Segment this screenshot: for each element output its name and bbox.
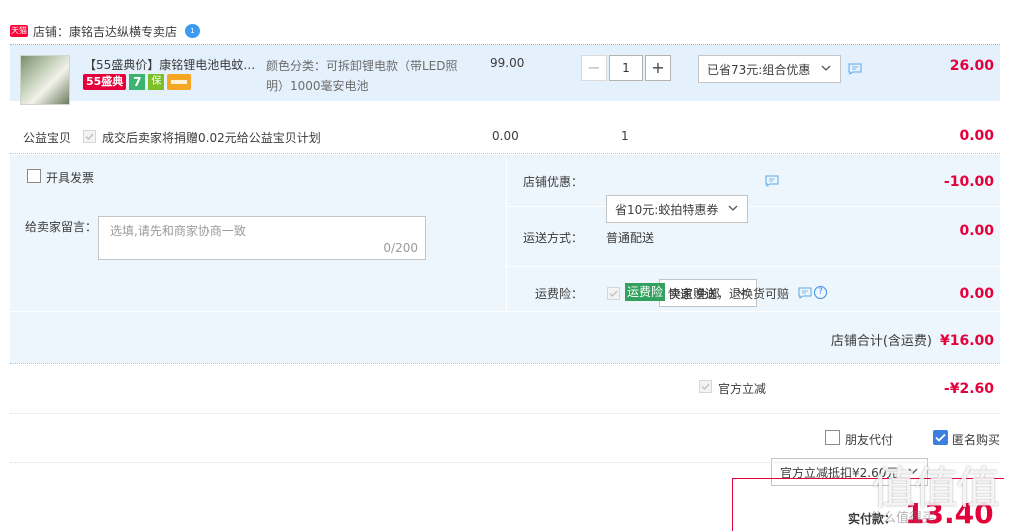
shipping-amount: 0.00 bbox=[959, 223, 994, 239]
product-title-link[interactable]: 【55盛典价】康铭锂电池电蚊拍可充电式家用超强力灭蚊拍 bbox=[84, 56, 260, 73]
shop-discount-select[interactable]: 省10元:蛟拍特惠券 bbox=[606, 195, 748, 223]
memo-placeholder: 选填,请先和商家协商一致 bbox=[110, 224, 246, 238]
chat-icon[interactable]: 1 bbox=[185, 24, 201, 38]
shop-total-label: 店铺合计(含运费) bbox=[830, 334, 932, 349]
official-discount-label: 官方立减 bbox=[718, 382, 767, 396]
message-icon[interactable] bbox=[798, 287, 812, 299]
shop-total-value: ¥16.00 bbox=[939, 333, 994, 349]
divider bbox=[10, 153, 1000, 154]
shield-icon: 保 bbox=[148, 74, 165, 90]
friend-pay-checkbox[interactable] bbox=[825, 430, 840, 445]
shop-discount-value: 省10元:蛟拍特惠券 bbox=[615, 202, 719, 217]
item-amount: 26.00 bbox=[949, 58, 994, 74]
divider bbox=[10, 413, 1000, 414]
check-icon bbox=[701, 383, 710, 391]
anonymous-checkbox[interactable] bbox=[933, 430, 948, 445]
insurance-checkbox bbox=[607, 287, 620, 300]
unit-price: 99.00 bbox=[490, 56, 525, 70]
decrease-quantity-button[interactable]: − bbox=[581, 55, 607, 81]
seven-day-return-icon: 7 bbox=[129, 74, 146, 90]
tmall-logo: 天猫 bbox=[10, 25, 28, 37]
invoice-checkbox[interactable] bbox=[27, 169, 41, 183]
charity-text: 成交后卖家将捐赠0.02元给公益宝贝计划 bbox=[102, 131, 321, 145]
product-attributes: 颜色分类：可拆卸锂电款（带LED照明）1000毫安电池 bbox=[266, 59, 458, 93]
chevron-down-icon bbox=[821, 65, 831, 71]
charity-price: 0.00 bbox=[492, 129, 519, 143]
credit-card-icon bbox=[167, 74, 192, 90]
shop-discount-label: 店铺优惠： bbox=[522, 175, 583, 189]
quantity-stepper: − 1 + bbox=[581, 55, 671, 81]
charity-checkbox bbox=[83, 130, 96, 143]
memo-char-count: 0/200 bbox=[383, 241, 418, 255]
divider bbox=[507, 206, 1000, 207]
charity-quantity: 1 bbox=[621, 129, 629, 143]
sale-badge: 55盛典 bbox=[83, 74, 127, 90]
insurance-text: 卖家赠送，退换货可赔 bbox=[669, 287, 790, 301]
product-badges: 55盛典 7 保 bbox=[83, 74, 192, 90]
product-thumbnail[interactable] bbox=[20, 55, 70, 105]
check-icon bbox=[609, 290, 618, 298]
shop-header: 天猫 店铺：康铭吉达纵横专卖店 1 bbox=[10, 20, 201, 42]
divider bbox=[10, 363, 1000, 364]
divider bbox=[10, 311, 1000, 312]
official-discount-checkbox bbox=[699, 380, 712, 393]
shipping-method: 普通配送 bbox=[606, 231, 655, 245]
check-icon bbox=[935, 433, 946, 442]
shipping-label: 运送方式： bbox=[522, 231, 583, 245]
memo-label: 给卖家留言： bbox=[25, 220, 98, 234]
chevron-down-icon bbox=[728, 205, 738, 211]
invoice-label[interactable]: 开具发票 bbox=[46, 169, 94, 186]
quantity-input[interactable]: 1 bbox=[609, 55, 643, 81]
combo-discount-select[interactable]: 已省73元:组合优惠 bbox=[698, 55, 841, 83]
friend-pay-label[interactable]: 朋友代付 bbox=[845, 431, 893, 448]
insurance-label: 运费险： bbox=[534, 287, 583, 301]
charity-label: 公益宝贝 bbox=[23, 131, 72, 145]
official-discount-amount: -¥2.60 bbox=[943, 381, 994, 397]
watermark-text: 什么值得买 bbox=[870, 511, 936, 526]
divider bbox=[506, 155, 507, 311]
insurance-badge: 运费险 bbox=[625, 283, 666, 301]
combo-discount-value: 已省73元:组合优惠 bbox=[707, 62, 811, 77]
increase-quantity-button[interactable]: + bbox=[645, 55, 671, 81]
shop-total: 店铺合计(含运费) ¥16.00 bbox=[700, 330, 994, 349]
charity-amount: 0.00 bbox=[959, 128, 994, 144]
check-icon bbox=[85, 133, 94, 141]
insurance-amount: 0.00 bbox=[959, 286, 994, 302]
help-icon[interactable]: ? bbox=[814, 286, 827, 299]
anonymous-label[interactable]: 匿名购买 bbox=[952, 431, 1000, 448]
divider bbox=[507, 266, 1000, 267]
shop-discount-amount: -10.00 bbox=[943, 174, 994, 190]
divider bbox=[10, 462, 1000, 463]
message-icon[interactable] bbox=[765, 175, 779, 187]
shop-name-link[interactable]: 店铺：康铭吉达纵横专卖店 bbox=[33, 23, 177, 40]
message-icon[interactable] bbox=[848, 63, 862, 75]
